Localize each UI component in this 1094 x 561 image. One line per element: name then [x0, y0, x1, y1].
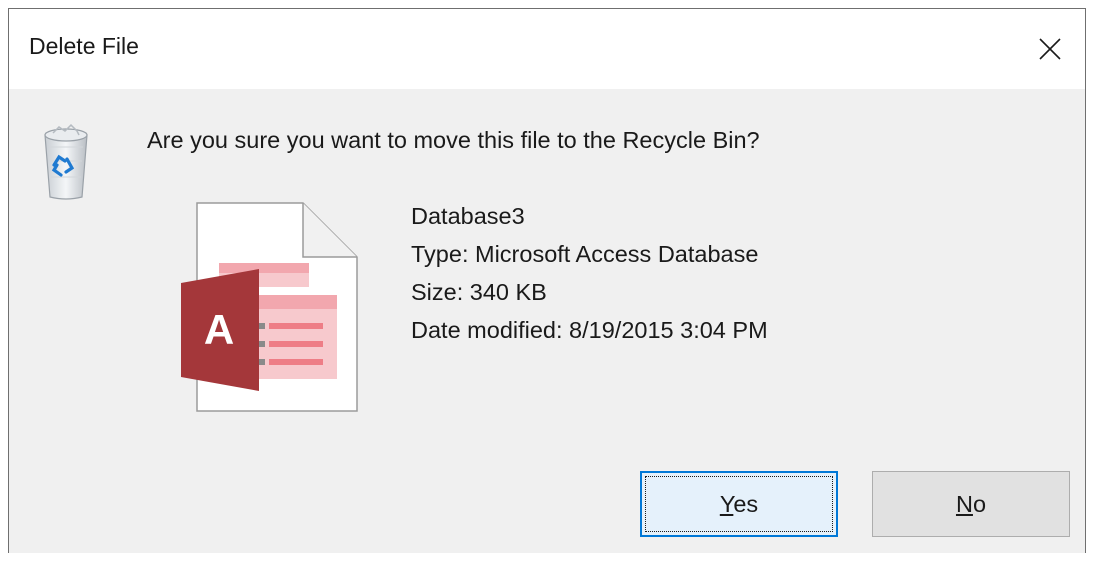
no-button[interactable]: No [872, 471, 1070, 537]
no-label: No [956, 491, 986, 518]
delete-file-dialog: Delete File Are you sure you want to mov… [8, 8, 1086, 553]
file-type: Type: Microsoft Access Database [411, 241, 759, 267]
title-bar: Delete File [9, 9, 1085, 89]
focus-ring [645, 476, 833, 532]
close-icon [1039, 38, 1061, 60]
file-size: Size: 340 KB [411, 279, 547, 305]
yes-button[interactable]: Yes [640, 471, 838, 537]
no-mnemonic: N [955, 490, 973, 517]
microsoft-access-file-icon: A [181, 202, 358, 412]
recycle-bin-icon [44, 123, 88, 200]
no-label-rest: o [972, 490, 987, 517]
dialog-title: Delete File [29, 33, 139, 59]
file-date-modified: Date modified: 8/19/2015 3:04 PM [411, 317, 768, 343]
confirmation-message: Are you sure you want to move this file … [147, 127, 760, 153]
dialog-body: Are you sure you want to move this file … [9, 89, 1085, 553]
close-button[interactable] [1015, 9, 1085, 89]
file-details: Database3 Type: Microsoft Access Databas… [411, 197, 768, 349]
access-letter: A [204, 306, 234, 353]
file-name: Database3 [411, 203, 525, 229]
